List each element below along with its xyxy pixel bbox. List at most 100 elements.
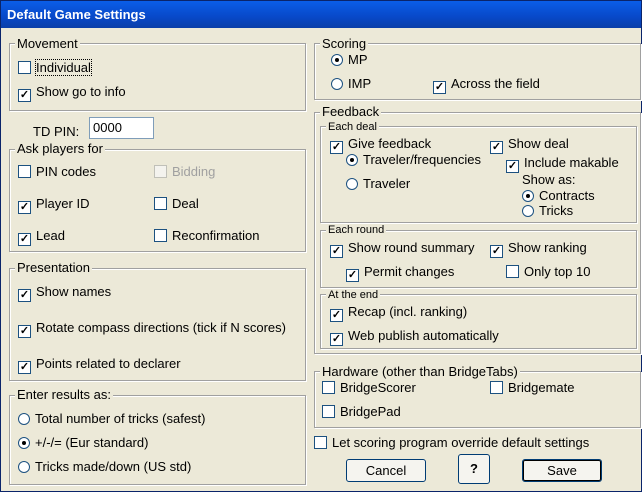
check-icon: ✓ bbox=[490, 245, 503, 258]
bridgepad-checkbox[interactable]: BridgePad bbox=[322, 404, 401, 420]
check-icon: ✓ bbox=[330, 245, 343, 258]
help-button[interactable]: ? bbox=[458, 454, 490, 484]
across-field-checkbox[interactable]: ✓ Across the field bbox=[433, 76, 540, 94]
rotate-compass-checkbox[interactable]: ✓ Rotate compass directions (tick if N sc… bbox=[18, 320, 286, 338]
check-icon: ✓ bbox=[330, 141, 343, 154]
radio-selected-dot bbox=[522, 190, 534, 202]
bridgepad-label: BridgePad bbox=[340, 404, 401, 419]
web-publish-checkbox[interactable]: ✓ Web publish automatically bbox=[330, 328, 499, 346]
pin-codes-label: PIN codes bbox=[36, 164, 96, 179]
tricks-label: Tricks bbox=[539, 203, 574, 218]
plus-minus-radio[interactable]: +/-/= (Eur standard) bbox=[18, 435, 148, 451]
rotate-compass-label: Rotate compass directions (tick if N sco… bbox=[36, 320, 286, 335]
checkbox-box bbox=[490, 381, 503, 394]
radio-circle bbox=[331, 78, 343, 90]
player-id-checkbox[interactable]: ✓ Player ID bbox=[18, 196, 90, 214]
traveler-radio[interactable]: Traveler bbox=[346, 176, 410, 192]
include-makable-label: Include makable bbox=[524, 155, 619, 170]
tricks-made-radio[interactable]: Tricks made/down (US std) bbox=[18, 459, 191, 475]
radio-selected-dot bbox=[18, 437, 30, 449]
radio-selected-dot bbox=[331, 54, 343, 66]
check-icon: ✓ bbox=[18, 289, 31, 302]
show-deal-label: Show deal bbox=[508, 136, 569, 151]
points-related-label: Points related to declarer bbox=[36, 356, 181, 371]
checkbox-box bbox=[18, 61, 31, 74]
check-icon: ✓ bbox=[18, 361, 31, 374]
give-feedback-label: Give feedback bbox=[348, 136, 432, 151]
checkbox-box bbox=[154, 165, 167, 178]
show-deal-checkbox[interactable]: ✓ Show deal bbox=[490, 136, 569, 154]
feedback-label: Feedback bbox=[320, 104, 382, 119]
show-round-summary-label: Show round summary bbox=[348, 240, 475, 255]
bridgemate-label: Bridgemate bbox=[508, 380, 575, 395]
total-tricks-label: Total number of tricks (safest) bbox=[35, 411, 206, 426]
movement-label: Movement bbox=[15, 36, 80, 51]
help-icon: ? bbox=[470, 461, 478, 476]
show-ranking-checkbox[interactable]: ✓ Show ranking bbox=[490, 240, 587, 258]
each-deal-label: Each deal bbox=[326, 121, 379, 133]
check-icon: ✓ bbox=[18, 201, 31, 214]
check-icon: ✓ bbox=[506, 160, 519, 173]
only-top-10-checkbox[interactable]: Only top 10 bbox=[506, 264, 591, 280]
contracts-radio[interactable]: Contracts bbox=[522, 188, 595, 204]
presentation-label: Presentation bbox=[15, 260, 92, 275]
deal-checkbox[interactable]: Deal bbox=[154, 196, 199, 212]
give-feedback-checkbox[interactable]: ✓ Give feedback bbox=[330, 136, 432, 154]
player-id-label: Player ID bbox=[36, 196, 90, 211]
across-field-label: Across the field bbox=[451, 76, 540, 91]
checkbox-box bbox=[154, 197, 167, 210]
radio-circle bbox=[346, 178, 358, 190]
points-related-checkbox[interactable]: ✓ Points related to declarer bbox=[18, 356, 181, 374]
tricks-made-label: Tricks made/down (US std) bbox=[35, 459, 192, 474]
radio-circle bbox=[18, 413, 30, 425]
window-title: Default Game Settings bbox=[1, 1, 641, 28]
save-button[interactable]: Save bbox=[522, 459, 602, 482]
only-top-10-label: Only top 10 bbox=[524, 264, 591, 279]
permit-changes-checkbox[interactable]: ✓ Permit changes bbox=[346, 264, 455, 282]
dialog-window: Default Game Settings Movement Individua… bbox=[0, 0, 642, 492]
show-names-checkbox[interactable]: ✓ Show names bbox=[18, 284, 112, 302]
at-the-end-label: At the end bbox=[326, 289, 381, 301]
mp-radio[interactable]: MP bbox=[331, 52, 368, 68]
radio-selected-dot bbox=[346, 154, 358, 166]
individual-checkbox[interactable]: Individual bbox=[18, 59, 92, 76]
reconfirmation-label: Reconfirmation bbox=[172, 228, 260, 243]
td-pin-label: TD PIN: bbox=[33, 124, 80, 139]
override-checkbox[interactable]: Let scoring program override default set… bbox=[314, 435, 589, 451]
recap-checkbox[interactable]: ✓ Recap (incl. ranking) bbox=[330, 304, 468, 322]
lead-checkbox[interactable]: ✓ Lead bbox=[18, 228, 65, 246]
show-names-label: Show names bbox=[36, 284, 112, 299]
each-round-label: Each round bbox=[326, 224, 387, 236]
movement-group bbox=[9, 43, 306, 111]
check-icon: ✓ bbox=[330, 333, 343, 346]
show-go-to-info-checkbox[interactable]: ✓ Show go to info bbox=[18, 84, 126, 102]
traveler-freq-radio[interactable]: Traveler/frequencies bbox=[346, 152, 481, 168]
reconfirmation-checkbox[interactable]: Reconfirmation bbox=[154, 228, 259, 244]
checkbox-box bbox=[154, 229, 167, 242]
bridgemate-checkbox[interactable]: Bridgemate bbox=[490, 380, 574, 396]
checkbox-box bbox=[322, 405, 335, 418]
individual-label: Individual bbox=[35, 59, 92, 76]
imp-radio[interactable]: IMP bbox=[331, 76, 371, 92]
bridgescorer-checkbox[interactable]: BridgeScorer bbox=[322, 380, 416, 396]
td-pin-input[interactable]: 0000 bbox=[89, 117, 154, 139]
show-go-to-info-label: Show go to info bbox=[36, 84, 126, 99]
hardware-label: Hardware (other than BridgeTabs) bbox=[320, 364, 520, 379]
total-tricks-radio[interactable]: Total number of tricks (safest) bbox=[18, 411, 206, 427]
cancel-button[interactable]: Cancel bbox=[346, 459, 426, 482]
imp-label: IMP bbox=[348, 76, 372, 91]
ask-players-label: Ask players for bbox=[15, 141, 105, 156]
recap-label: Recap (incl. ranking) bbox=[348, 304, 468, 319]
radio-circle bbox=[522, 205, 534, 217]
contracts-label: Contracts bbox=[539, 188, 595, 203]
include-makable-checkbox[interactable]: ✓ Include makable bbox=[506, 155, 619, 173]
check-icon: ✓ bbox=[330, 309, 343, 322]
check-icon: ✓ bbox=[433, 81, 446, 94]
show-round-summary-checkbox[interactable]: ✓ Show round summary bbox=[330, 240, 475, 258]
tricks-radio[interactable]: Tricks bbox=[522, 203, 573, 219]
pin-codes-checkbox[interactable]: PIN codes bbox=[18, 164, 96, 180]
deal-label: Deal bbox=[172, 196, 199, 211]
permit-changes-label: Permit changes bbox=[364, 264, 455, 279]
enter-results-label: Enter results as: bbox=[15, 387, 113, 402]
check-icon: ✓ bbox=[346, 269, 359, 282]
